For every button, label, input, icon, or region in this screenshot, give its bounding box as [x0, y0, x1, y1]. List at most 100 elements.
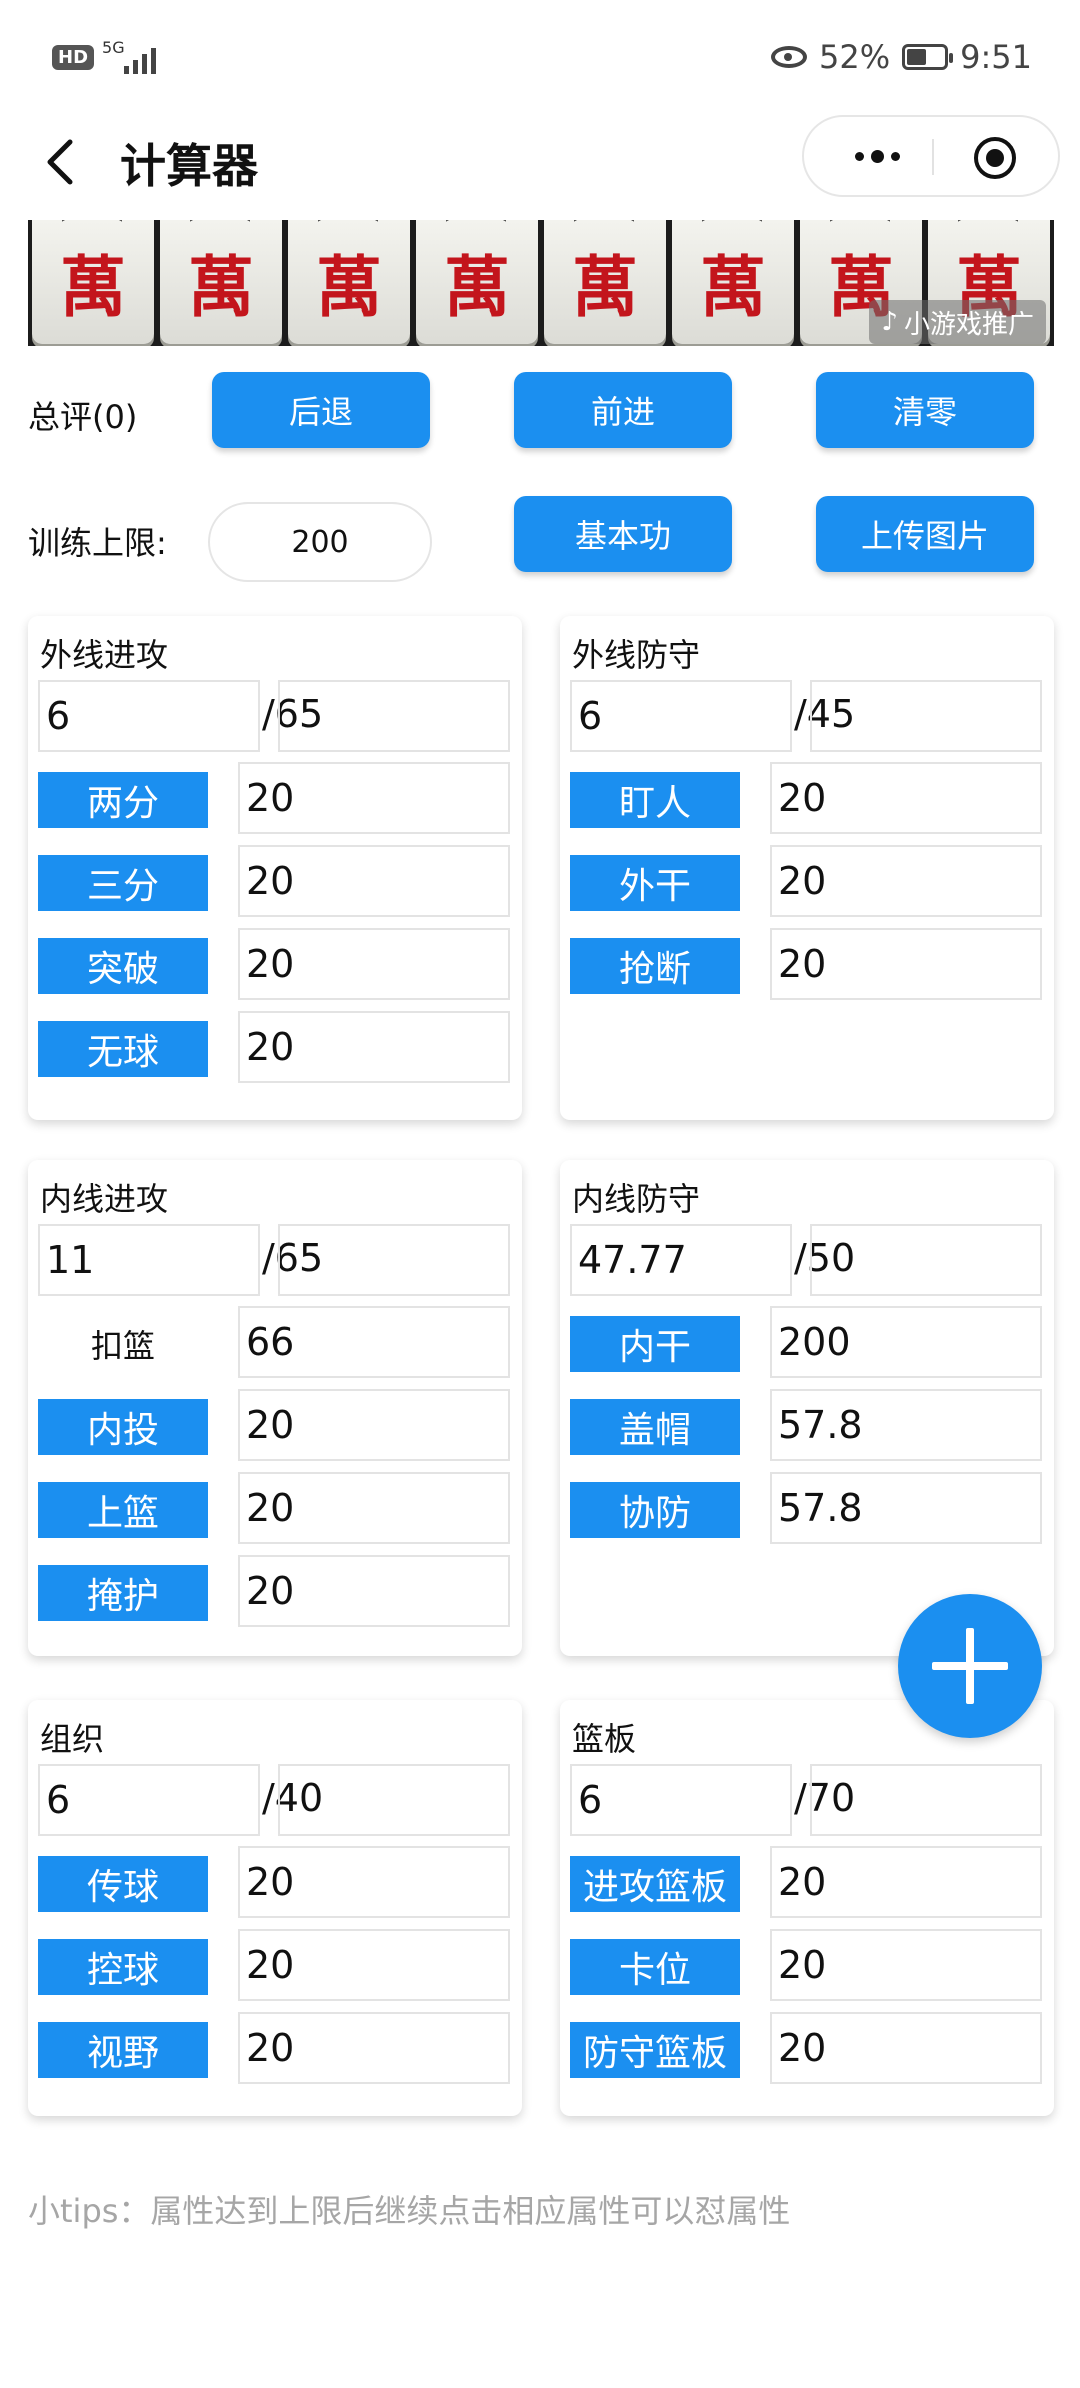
mahjong-tile: 萬: [544, 220, 666, 344]
mahjong-tile: 萬: [160, 220, 282, 344]
mini-program-capsule: [802, 115, 1060, 197]
attr-value-field[interactable]: 20: [770, 1929, 1042, 2001]
battery-icon: [902, 44, 954, 70]
ad-badge[interactable]: ♪ 小游戏推广: [869, 300, 1046, 344]
attr-value-field[interactable]: 57.8: [770, 1472, 1042, 1544]
back-arrow-icon[interactable]: [40, 132, 90, 192]
total-value-field[interactable]: 11: [38, 1224, 260, 1296]
close-target-icon[interactable]: [974, 137, 1016, 179]
nav-bar: 计算器: [0, 110, 1080, 220]
attr-value-field[interactable]: 20: [238, 928, 510, 1000]
mahjong-tile: 萬: [416, 220, 538, 344]
max-field: [278, 1224, 510, 1296]
add-fab-button[interactable]: [898, 1594, 1042, 1738]
attr-button[interactable]: 视野: [38, 2022, 208, 2078]
attr-value-field[interactable]: 200: [770, 1306, 1042, 1378]
attr-button[interactable]: 卡位: [570, 1939, 740, 1995]
attr-value-field[interactable]: 20: [770, 2012, 1042, 2084]
clear-button[interactable]: 清零: [816, 372, 1034, 448]
total-value-field[interactable]: 47.77: [570, 1224, 792, 1296]
card-title: 组织: [40, 1720, 105, 1758]
mahjong-tile: 萬: [288, 220, 410, 344]
attr-value-field[interactable]: 20: [770, 762, 1042, 834]
basic-skills-button[interactable]: 基本功: [514, 496, 732, 572]
attr-value-field[interactable]: 20: [238, 845, 510, 917]
status-right: 52% 9:51: [771, 38, 1032, 76]
forward-button[interactable]: 前进: [514, 372, 732, 448]
eye-icon: [771, 46, 808, 68]
status-bar: HD 5G 52% 9:51: [0, 0, 1080, 110]
total-value-field[interactable]: 6: [38, 680, 260, 752]
attr-value-field[interactable]: 20: [238, 1846, 510, 1918]
max-field: [278, 680, 510, 752]
attr-value-field[interactable]: 20: [238, 2012, 510, 2084]
tips-text: 小tips：属性达到上限后继续点击相应属性可以怼属性: [28, 2192, 791, 2230]
total-value-field[interactable]: 6: [570, 1764, 792, 1836]
attr-button[interactable]: 掩护: [38, 1565, 208, 1621]
attr-button[interactable]: 无球: [38, 1021, 208, 1077]
max-field: [278, 1764, 510, 1836]
card-organize: 组织 6 /40 传球 20 控球 20 视野 20: [28, 1700, 522, 2116]
attr-value-field[interactable]: 20: [238, 1929, 510, 2001]
card-title: 内线防守: [572, 1180, 701, 1218]
attr-button[interactable]: 盖帽: [570, 1399, 740, 1455]
attr-button[interactable]: 盯人: [570, 772, 740, 828]
attr-button[interactable]: 外干: [570, 855, 740, 911]
card-title: 外线进攻: [40, 636, 169, 674]
attr-value-field[interactable]: 20: [238, 1011, 510, 1083]
card-rebound: 篮板 6 /70 进攻篮板 20 卡位 20 防守篮板 20: [560, 1700, 1054, 2116]
signal-icon: 5G: [102, 40, 162, 74]
total-value-field[interactable]: 6: [38, 1764, 260, 1836]
tile-character: 萬: [444, 248, 510, 326]
page-title: 计算器: [120, 139, 258, 193]
card-title: 篮板: [572, 1720, 637, 1758]
attr-button[interactable]: 上篮: [38, 1482, 208, 1538]
network-type: 5G: [102, 38, 125, 57]
attr-button[interactable]: 突破: [38, 938, 208, 994]
tile-character: 萬: [188, 248, 254, 326]
training-limit-input[interactable]: 200: [208, 502, 432, 582]
attr-value-field[interactable]: 20: [238, 1472, 510, 1544]
tile-character: 萬: [60, 248, 126, 326]
attr-value-field[interactable]: 20: [238, 1555, 510, 1627]
attr-button[interactable]: 内干: [570, 1316, 740, 1372]
attr-button[interactable]: 内投: [38, 1399, 208, 1455]
max-field: [810, 1764, 1042, 1836]
attr-button[interactable]: 协防: [570, 1482, 740, 1538]
attr-button[interactable]: 两分: [38, 772, 208, 828]
more-dots-icon[interactable]: [832, 117, 922, 195]
attr-button[interactable]: 控球: [38, 1939, 208, 1995]
hd-icon: HD: [52, 44, 95, 70]
attr-button[interactable]: 防守篮板: [570, 2022, 740, 2078]
attr-value-field[interactable]: 66: [238, 1306, 510, 1378]
attr-value-field[interactable]: 57.8: [770, 1389, 1042, 1461]
attr-value-field[interactable]: 20: [238, 762, 510, 834]
back-button[interactable]: 后退: [212, 372, 430, 448]
ad-label: 小游戏推广: [903, 309, 1034, 340]
tile-character: 萬: [700, 248, 766, 326]
attr-button[interactable]: 传球: [38, 1856, 208, 1912]
tile-character: 萬: [316, 248, 382, 326]
card-outside-attack: 外线进攻 6 /65 两分 20 三分 20 突破 20 无球 20: [28, 616, 522, 1120]
attr-label-dunk[interactable]: 扣篮: [38, 1316, 208, 1372]
attr-button[interactable]: 三分: [38, 855, 208, 911]
card-title: 外线防守: [572, 636, 701, 674]
battery-percent: 52%: [819, 38, 891, 76]
mahjong-tile: 萬: [32, 220, 154, 344]
capsule-divider: [932, 139, 934, 175]
attr-button[interactable]: 抢断: [570, 938, 740, 994]
training-limit-label: 训练上限:: [28, 524, 167, 562]
total-score-label: 总评(0): [28, 398, 138, 436]
attr-value-field[interactable]: 20: [770, 928, 1042, 1000]
attr-value-field[interactable]: 20: [770, 845, 1042, 917]
attr-button[interactable]: 进攻篮板: [570, 1856, 740, 1912]
card-title: 内线进攻: [40, 1180, 169, 1218]
attr-value-field[interactable]: 20: [770, 1846, 1042, 1918]
attr-value-field[interactable]: 20: [238, 1389, 510, 1461]
mahjong-tile: 萬: [672, 220, 794, 344]
ad-banner[interactable]: 萬萬萬萬萬萬萬萬 ♪ 小游戏推广: [28, 220, 1054, 346]
card-inside-attack: 内线进攻 11 /65 扣篮 66 内投 20 上篮 20 掩护 20: [28, 1160, 522, 1656]
total-value-field[interactable]: 6: [570, 680, 792, 752]
max-field: [810, 1224, 1042, 1296]
upload-image-button[interactable]: 上传图片: [816, 496, 1034, 572]
